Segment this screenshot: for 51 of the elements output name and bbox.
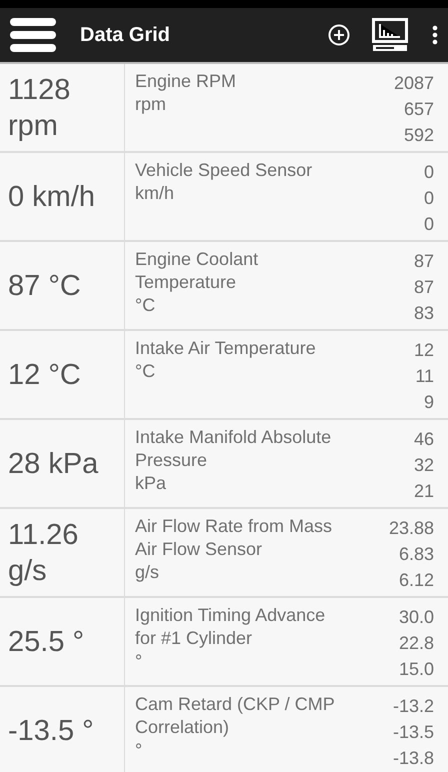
unit-label: °: [135, 739, 144, 762]
unit-label: g/s: [135, 561, 160, 584]
current-value: 25.5 °: [8, 624, 84, 660]
current-value: 1128 rpm: [8, 72, 72, 144]
unit-label: km/h: [135, 182, 176, 205]
current-value: 12 °C: [8, 358, 81, 392]
reading-value: 87: [414, 250, 434, 273]
sensor-name: Cam Retard (CKP / CMP Correlation): [135, 693, 336, 739]
add-icon[interactable]: [328, 24, 350, 46]
reading-value: 30.0: [398, 606, 434, 629]
sensor-name: Vehicle Speed Sensor: [135, 159, 314, 182]
unit-label: °: [135, 650, 144, 673]
reading-value: 657: [404, 98, 434, 121]
reading-value: 11: [415, 365, 434, 388]
reading-value: 32: [414, 454, 434, 477]
sensor-name: Intake Air Temperature: [135, 337, 317, 360]
reading-value: 0: [424, 213, 434, 236]
unit-label: °C: [135, 360, 156, 383]
sensor-name: Engine Coolant Temperature: [135, 248, 260, 294]
reading-value: -13.2: [392, 695, 434, 718]
reading-value: -13.5: [392, 721, 434, 744]
reading-value: 592: [404, 124, 434, 147]
current-value: 11.26 g/s: [8, 518, 80, 588]
toolbar-title: Data Grid: [80, 24, 172, 46]
sensor-name: Ignition Timing Advance for #1 Cylinder: [135, 604, 326, 650]
unit-label: °C: [135, 294, 156, 317]
sensor-name: Engine RPM: [135, 70, 238, 93]
current-value: 0 km/h: [8, 180, 96, 214]
current-value: -13.5 °: [8, 714, 94, 748]
reading-value: 21: [414, 480, 434, 503]
unit-label: rpm: [135, 93, 167, 116]
reading-value: 6.83: [398, 543, 434, 566]
reading-value: 23.88: [388, 517, 434, 540]
menu-icon[interactable]: [10, 17, 56, 53]
current-value: 28 kPa: [8, 446, 98, 482]
reading-value: 83: [414, 302, 434, 325]
reading-value: 9: [424, 391, 434, 414]
reading-value: 2087: [394, 72, 434, 95]
reading-value: 87: [414, 276, 434, 299]
reading-value: 0: [424, 161, 434, 184]
reading-value: 12: [414, 339, 434, 362]
reading-value: 15.0: [398, 658, 434, 681]
monitor-chart-icon[interactable]: [372, 18, 408, 52]
current-value: 87 °C: [8, 268, 81, 304]
unit-label: kPa: [135, 472, 168, 495]
more-icon[interactable]: [432, 25, 438, 45]
reading-value: 0: [424, 187, 434, 210]
reading-value: -13.8: [392, 747, 434, 770]
reading-value: 6.12: [398, 569, 434, 592]
reading-value: 46: [414, 428, 434, 451]
reading-value: 22.8: [398, 632, 434, 655]
